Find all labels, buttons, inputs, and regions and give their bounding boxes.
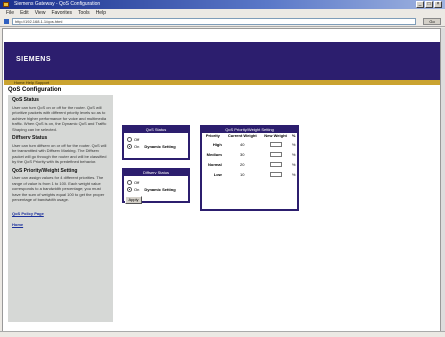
help-sidebar: QoS Status User can turn QoS on or off f…	[8, 95, 113, 322]
nav-strip[interactable]: Home Help Support	[4, 80, 440, 85]
help-text-diffserv: User can turn diffserv on or off for the…	[12, 142, 107, 165]
menu-file[interactable]: File	[6, 9, 14, 17]
priority-weight-panel: QoS Priority/Weight Setting Priority Cur…	[200, 125, 299, 211]
priority-label-high: High	[212, 142, 222, 147]
qos-policy-link[interactable]: QoS Policy Page	[12, 211, 109, 217]
diffserv-on-label: On	[134, 187, 140, 192]
current-weight-high: 40	[240, 142, 245, 147]
address-input[interactable]: http://192.168.1.1/qos.html	[12, 18, 416, 25]
percent-high: %	[291, 142, 296, 147]
current-weight-normal: 20	[240, 162, 245, 167]
qos-on-radio[interactable]	[127, 144, 132, 149]
table-row: High 40 %	[202, 140, 297, 150]
help-heading-qos-status: QoS Status	[12, 97, 39, 103]
home-link[interactable]: Home	[12, 222, 109, 228]
table-row: Normal 20 %	[202, 160, 297, 170]
percent-medium: %	[291, 152, 296, 157]
priority-label-low: Low	[213, 172, 222, 177]
diffserv-dynamic-setting[interactable]: Dynamic Setting	[144, 187, 175, 192]
qos-dynamic-setting[interactable]: Dynamic Setting	[144, 144, 175, 149]
page-title: QoS Configuration	[8, 87, 62, 93]
browser-window: Siemens Gateway - QoS Configuration _ □ …	[0, 0, 445, 337]
diffserv-off-radio[interactable]	[127, 180, 132, 185]
qos-off-radio[interactable]	[127, 137, 132, 142]
percent-low: %	[291, 172, 296, 177]
diffserv-off-option[interactable]: Off	[124, 179, 188, 186]
qos-off-option[interactable]: Off	[124, 136, 188, 143]
new-weight-normal-input[interactable]	[269, 162, 282, 168]
help-heading-priority: QoS Priority/Weight Setting	[12, 167, 78, 174]
diffserv-off-label: Off	[134, 180, 140, 185]
window-titlebar: Siemens Gateway - QoS Configuration _ □ …	[0, 0, 445, 9]
menu-bar: File Edit View Favorites Tools Help	[0, 9, 445, 17]
priority-label-normal: Normal	[207, 162, 222, 167]
table-row: Medium 30 %	[202, 150, 297, 160]
current-weight-low: 10	[240, 172, 245, 177]
status-bar	[0, 331, 445, 337]
qos-off-label: Off	[134, 137, 140, 142]
percent-normal: %	[291, 162, 296, 167]
table-row: Low 10 %	[202, 170, 297, 180]
brand-logo: SIEMENS	[16, 56, 52, 63]
menu-view[interactable]: View	[35, 9, 46, 17]
page-viewport: SIEMENS Home Help Support QoS Configurat…	[2, 28, 441, 333]
priority-table: Priority Current Weight New Weight % Hig…	[202, 133, 297, 180]
new-weight-high-input[interactable]	[269, 142, 282, 148]
menu-edit[interactable]: Edit	[20, 9, 29, 17]
current-weight-medium: 30	[240, 152, 245, 157]
qos-on-option[interactable]: On Dynamic Setting	[124, 143, 188, 150]
help-heading-diffserv: Diffserv Status	[12, 135, 48, 141]
browser-icon	[3, 2, 9, 7]
menu-favorites[interactable]: Favorites	[51, 9, 72, 17]
diffserv-on-radio[interactable]	[127, 187, 132, 192]
minimize-button[interactable]: _	[416, 1, 424, 8]
qos-on-label: On	[134, 144, 140, 149]
apply-button[interactable]: Apply	[125, 196, 142, 204]
header-banner: SIEMENS	[4, 42, 440, 80]
close-button[interactable]: ×	[434, 1, 442, 8]
page-icon	[4, 19, 9, 24]
qos-status-panel: QoS Status Off On Dynamic Setting	[122, 125, 190, 160]
address-bar: http://192.168.1.1/qos.html Go	[0, 17, 445, 27]
priority-label-medium: Medium	[206, 152, 222, 157]
window-title: Siemens Gateway - QoS Configuration	[14, 1, 101, 7]
new-weight-low-input[interactable]	[269, 172, 282, 178]
diffserv-on-option[interactable]: On Dynamic Setting	[124, 186, 188, 193]
help-text-priority: User can assign values for 4 different p…	[12, 175, 105, 202]
maximize-button[interactable]: □	[425, 1, 433, 8]
help-text-qos-status: User can turn QoS on or off for the rout…	[12, 104, 107, 132]
go-button[interactable]: Go	[423, 18, 441, 25]
menu-tools[interactable]: Tools	[78, 9, 90, 17]
menu-help[interactable]: Help	[96, 9, 106, 17]
new-weight-medium-input[interactable]	[269, 152, 282, 158]
vertical-scrollbar[interactable]	[441, 28, 445, 333]
